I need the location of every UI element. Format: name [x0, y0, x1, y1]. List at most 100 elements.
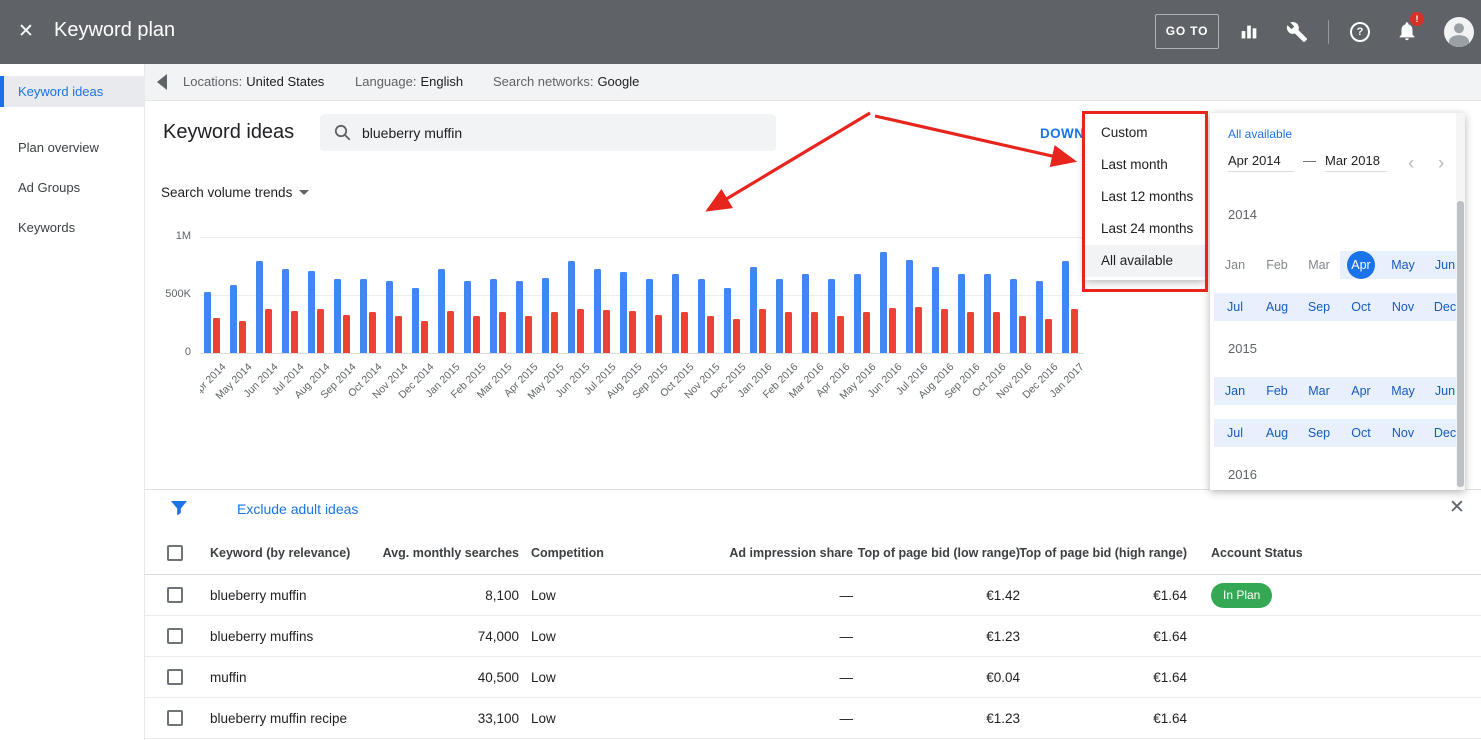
status-badge-in-plan[interactable]: In Plan — [1211, 583, 1272, 608]
networks-label: Search networks: — [493, 74, 593, 89]
range-separator: — — [1303, 153, 1316, 168]
reports-chart-icon[interactable] — [1238, 21, 1260, 43]
chart-bar-red — [603, 310, 610, 353]
settings-bar: Locations:United States Language:English… — [145, 64, 1481, 101]
cell-top_bid_low: €1.23 — [986, 629, 1020, 644]
collapse-back-icon[interactable] — [157, 74, 167, 90]
column-header-top-of-page-bid-high-range-[interactable]: Top of page bid (high range) — [1019, 546, 1187, 560]
row-checkbox[interactable] — [167, 669, 183, 685]
cell-top_bid_low: €1.42 — [986, 588, 1020, 603]
chart-bar-red — [759, 309, 766, 353]
datepicker-month-sep-2015[interactable]: Sep — [1298, 419, 1340, 447]
close-icon[interactable]: ✕ — [18, 20, 34, 43]
sidebar-item-keywords[interactable]: Keywords — [0, 214, 145, 242]
tools-wrench-icon[interactable] — [1286, 21, 1308, 43]
select-all-checkbox[interactable] — [167, 545, 183, 561]
sidebar-item-keyword-ideas[interactable]: Keyword ideas — [0, 76, 145, 107]
preset-all-available-link[interactable]: All available — [1228, 127, 1292, 141]
cell-keyword: blueberry muffin — [210, 588, 307, 603]
datepicker-month-aug-2014[interactable]: Aug — [1256, 293, 1298, 321]
datepicker-month-feb-2015[interactable]: Feb — [1256, 377, 1298, 405]
locations-label: Locations: — [183, 74, 242, 89]
trends-dropdown[interactable]: Search volume trends — [161, 185, 309, 200]
start-date-input[interactable]: Apr 2014 — [1228, 153, 1294, 172]
chart-bar-red — [785, 312, 792, 353]
menu-item-last-month[interactable]: Last month — [1085, 149, 1205, 181]
datepicker-month-jan-2015[interactable]: Jan — [1214, 377, 1256, 405]
chart-bar-red — [447, 311, 454, 353]
datepicker-month-aug-2015[interactable]: Aug — [1256, 419, 1298, 447]
datepicker-month-nov-2015[interactable]: Nov — [1382, 419, 1424, 447]
chart-bar-red — [551, 312, 558, 353]
datepicker-month-may-2015[interactable]: May — [1382, 377, 1424, 405]
datepicker-month-mar-2015[interactable]: Mar — [1298, 377, 1340, 405]
chart-bar-blue — [906, 260, 913, 353]
help-icon[interactable]: ? — [1350, 22, 1370, 42]
datepicker-year-label-2014: 2014 — [1228, 207, 1257, 222]
datepicker-month-apr-2015[interactable]: Apr — [1340, 377, 1382, 405]
row-checkbox[interactable] — [167, 587, 183, 603]
datepicker-month-oct-2015[interactable]: Oct — [1340, 419, 1382, 447]
chart-bar-red — [993, 312, 1000, 353]
chart-bar-blue — [438, 269, 445, 353]
datepicker-month-may-2014[interactable]: May — [1382, 251, 1424, 279]
datepicker-month-apr-2014[interactable]: Apr — [1340, 251, 1382, 279]
ytick-500k: 500K — [153, 288, 191, 300]
keyword-search-input[interactable] — [362, 114, 762, 151]
menu-item-all-available[interactable]: All available — [1085, 245, 1205, 277]
chart-bar-blue — [724, 288, 731, 353]
menu-item-custom[interactable]: Custom — [1085, 117, 1205, 149]
goto-button[interactable]: GO TO — [1155, 14, 1219, 49]
sidebar-item-ad-groups[interactable]: Ad Groups — [0, 174, 145, 202]
column-header-top-of-page-bid-low-range-[interactable]: Top of page bid (low range) — [858, 546, 1020, 560]
row-checkbox[interactable] — [167, 628, 183, 644]
filter-funnel-icon[interactable] — [169, 498, 189, 518]
chevron-right-icon[interactable]: › — [1438, 153, 1444, 175]
chevron-left-icon[interactable]: ‹ — [1408, 153, 1414, 175]
datepicker-month-oct-2014[interactable]: Oct — [1340, 293, 1382, 321]
datepicker-month-feb-2014[interactable]: Feb — [1256, 251, 1298, 279]
networks-setting[interactable]: Search networks:Google — [493, 74, 639, 89]
cell-ad_impression_share: — — [840, 588, 854, 603]
exclude-adult-ideas-link[interactable]: Exclude adult ideas — [237, 501, 358, 517]
column-header-avg-monthly-searches[interactable]: Avg. monthly searches — [383, 546, 519, 560]
table-row: blueberry muffin recipe33,100Low—€1.23€1… — [145, 698, 1481, 739]
column-header-keyword-by-relevance-[interactable]: Keyword (by relevance) — [210, 546, 350, 560]
scrollbar-track[interactable] — [1456, 113, 1465, 490]
locations-setting[interactable]: Locations:United States — [183, 74, 324, 89]
chevron-down-icon — [299, 190, 309, 195]
notification-badge: ! — [1410, 12, 1424, 26]
chart-bar-red — [369, 312, 376, 353]
chart-bar-blue — [1010, 279, 1017, 353]
avatar[interactable] — [1444, 17, 1474, 47]
datepicker-month-row: JulAugSepOctNovDec — [1214, 419, 1465, 447]
chart-bar-red — [967, 312, 974, 353]
cell-avg_monthly_searches: 74,000 — [478, 629, 519, 644]
datepicker-month-jul-2014[interactable]: Jul — [1214, 293, 1256, 321]
cell-keyword: muffin — [210, 670, 247, 685]
chart-bar-blue — [932, 267, 939, 353]
menu-item-last-24-months[interactable]: Last 24 months — [1085, 213, 1205, 245]
datepicker-month-jan-2014[interactable]: Jan — [1214, 251, 1256, 279]
sidebar-item-plan-overview[interactable]: Plan overview — [0, 134, 145, 162]
chart-bar-red — [213, 318, 220, 353]
datepicker-month-sep-2014[interactable]: Sep — [1298, 293, 1340, 321]
column-header-account-status[interactable]: Account Status — [1211, 546, 1303, 560]
chart-bar-blue — [698, 279, 705, 353]
chart-bar-blue — [828, 279, 835, 353]
row-checkbox[interactable] — [167, 710, 183, 726]
datepicker-month-mar-2014[interactable]: Mar — [1298, 251, 1340, 279]
table-row: blueberry muffin8,100Low—€1.42€1.64In Pl… — [145, 575, 1481, 616]
datepicker-month-nov-2014[interactable]: Nov — [1382, 293, 1424, 321]
scrollbar-thumb[interactable] — [1457, 201, 1464, 487]
chart-bar-red — [681, 312, 688, 353]
cell-top_bid_high: €1.64 — [1153, 629, 1187, 644]
column-header-ad-impression-share[interactable]: Ad impression share — [729, 546, 853, 560]
column-header-competition[interactable]: Competition — [531, 546, 604, 560]
language-setting[interactable]: Language:English — [355, 74, 463, 89]
end-date-input[interactable]: Mar 2018 — [1325, 153, 1387, 172]
datepicker-month-jul-2015[interactable]: Jul — [1214, 419, 1256, 447]
chart-bar-red — [629, 311, 636, 353]
menu-item-last-12-months[interactable]: Last 12 months — [1085, 181, 1205, 213]
filter-close-icon[interactable]: ✕ — [1449, 496, 1465, 519]
